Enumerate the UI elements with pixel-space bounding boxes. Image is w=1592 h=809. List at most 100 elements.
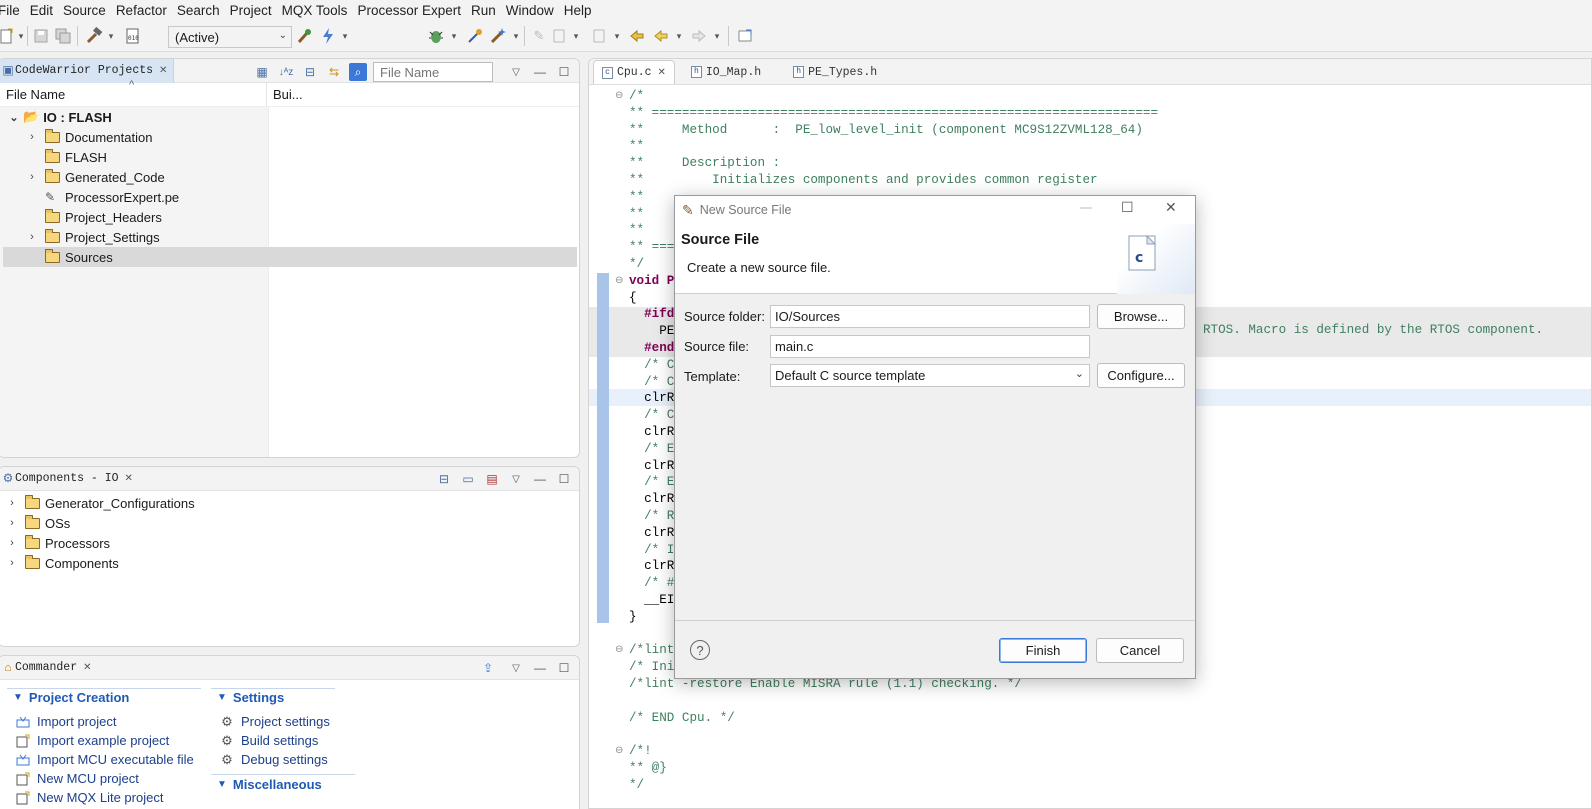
close-icon[interactable]: ✕ (83, 662, 91, 673)
save-icon[interactable] (32, 26, 50, 46)
link-editor-icon[interactable]: ⇆ (325, 63, 343, 81)
file-name-filter-input[interactable] (373, 62, 493, 82)
section-settings[interactable]: ▼ Settings (217, 690, 284, 705)
cancel-button[interactable]: Cancel (1096, 638, 1184, 663)
tree-item-documentation[interactable]: › Documentation (0, 127, 579, 147)
chevron-down-icon[interactable]: ▾ (449, 26, 459, 46)
chevron-down-icon[interactable]: ▾ (16, 26, 26, 46)
tree-item-processors[interactable]: › Processors (0, 533, 579, 553)
chevron-down-icon[interactable]: ▾ (106, 26, 116, 46)
debug-settings-link[interactable]: ⚙ Debug settings (219, 752, 328, 768)
sort-az-icon[interactable]: ↓ᴬz (277, 63, 295, 81)
menu-window[interactable]: Window (501, 3, 559, 18)
debug-bug-icon[interactable] (426, 26, 446, 46)
tab-commander[interactable]: ⌂ Commander ✕ (0, 656, 98, 680)
collapse-all-icon[interactable]: ⊟ (301, 63, 319, 81)
collapse-all-icon[interactable]: ⊟ (435, 470, 453, 488)
chevron-down-icon[interactable]: ▾ (571, 26, 581, 46)
tree-item-flash[interactable]: FLASH (0, 147, 579, 167)
import-mcu-executable-link[interactable]: Import MCU executable file (15, 752, 194, 767)
tab-io-map-h[interactable]: h IO_Map.h (683, 60, 769, 84)
chevron-down-icon[interactable]: ▾ (674, 26, 684, 46)
new-mcu-project-link[interactable]: New MCU project (15, 771, 139, 786)
expand-arrow-icon[interactable]: › (25, 131, 39, 143)
forward-arrow-icon[interactable] (690, 26, 708, 46)
tab-pe-types-h[interactable]: h PE_Types.h (785, 60, 885, 84)
chevron-down-icon[interactable]: ▾ (612, 26, 622, 46)
maximize-icon[interactable]: ☐ (1121, 200, 1134, 216)
view-menu-icon[interactable]: ▽ (507, 659, 525, 677)
project-settings-link[interactable]: ⚙ Project settings (219, 714, 330, 730)
browse-button[interactable]: Browse... (1097, 304, 1185, 329)
fold-toggle-icon[interactable]: ⊖ (615, 644, 623, 655)
expand-arrow-icon[interactable]: › (5, 537, 19, 549)
pencil-icon[interactable]: ✎ (530, 26, 548, 46)
expand-arrow-icon[interactable]: › (25, 231, 39, 243)
maximize-icon[interactable]: ☐ (555, 63, 573, 81)
import-example-project-link[interactable]: Import example project (15, 733, 169, 748)
open-folder-icon[interactable]: ▭ (459, 470, 477, 488)
chevron-down-icon[interactable]: ▾ (712, 26, 722, 46)
maximize-icon[interactable]: ☐ (555, 470, 573, 488)
back-arrow-icon[interactable] (652, 26, 670, 46)
section-project-creation[interactable]: ▼ Project Creation (13, 690, 129, 705)
view-menu-icon[interactable]: ▽ (507, 63, 525, 81)
menu-run[interactable]: Run (466, 3, 501, 18)
fold-toggle-icon[interactable]: ⊖ (615, 745, 623, 756)
build-configuration-select[interactable]: (Active) ⌄ (168, 26, 292, 48)
menu-file[interactable]: File (0, 3, 25, 18)
configure-button[interactable]: Configure... (1097, 363, 1185, 388)
flash-icon[interactable] (318, 26, 338, 46)
tree-item-components[interactable]: › Components (0, 553, 579, 573)
tree-root-project[interactable]: ⌄ 📂 IO : FLASH (0, 107, 579, 127)
annotation-icon[interactable] (590, 26, 608, 46)
finish-button[interactable]: Finish (999, 638, 1087, 663)
column-build[interactable]: Bui... (267, 83, 309, 106)
probe-icon[interactable] (466, 26, 484, 46)
save-all-icon[interactable] (54, 26, 72, 46)
binary-icon[interactable]: 010 (124, 26, 142, 46)
close-icon[interactable]: ✕ (1165, 200, 1177, 216)
close-icon[interactable]: ✕ (159, 65, 167, 76)
tab-codewarrior-projects[interactable]: ▣ CodeWarrior Projects ✕ (0, 59, 175, 83)
expand-arrow-icon[interactable]: › (5, 517, 19, 529)
minimize-icon[interactable]: — (1079, 200, 1093, 216)
menu-source[interactable]: Source (58, 3, 111, 18)
close-icon[interactable]: ✕ (125, 473, 133, 484)
source-folder-input[interactable]: IO/Sources (770, 305, 1090, 328)
menu-project[interactable]: Project (225, 3, 277, 18)
minimize-icon[interactable]: — (531, 63, 549, 81)
expand-arrow-icon[interactable]: › (25, 171, 39, 183)
search-icon[interactable]: ⌕ (349, 63, 367, 81)
open-perspective-icon[interactable] (736, 26, 754, 46)
tree-item-generated-code[interactable]: › Generated_Code (0, 167, 579, 187)
menu-edit[interactable]: Edit (25, 3, 58, 18)
section-miscellaneous[interactable]: ▼ Miscellaneous (217, 777, 322, 792)
chevron-down-icon[interactable]: ▾ (340, 26, 350, 46)
tree-item-project-settings[interactable]: › Project_Settings (0, 227, 579, 247)
import-project-link[interactable]: Import project (15, 714, 116, 729)
expand-arrow-icon[interactable]: ⌄ (7, 111, 21, 124)
close-icon[interactable]: ✕ (658, 67, 666, 78)
tree-item-sources[interactable]: Sources (3, 247, 577, 267)
maximize-icon[interactable]: ☐ (555, 659, 573, 677)
build-settings-link[interactable]: ⚙ Build settings (219, 733, 318, 749)
component-library-icon[interactable]: ▤ (483, 470, 501, 488)
tab-cpu-c[interactable]: c Cpu.c ✕ (593, 60, 675, 84)
menu-mqx-tools[interactable]: MQX Tools (277, 3, 353, 18)
help-icon[interactable]: ? (690, 640, 710, 660)
column-file-name[interactable]: File Name ^ (0, 79, 267, 106)
expand-arrow-icon[interactable]: › (5, 557, 19, 569)
step-icon[interactable] (550, 26, 568, 46)
minimize-icon[interactable]: — (531, 659, 549, 677)
fold-toggle-icon[interactable]: ⊖ (615, 90, 623, 101)
wand-icon[interactable] (488, 26, 508, 46)
menu-refactor[interactable]: Refactor (111, 3, 172, 18)
menu-help[interactable]: Help (559, 3, 597, 18)
menu-processor-expert[interactable]: Processor Expert (352, 3, 466, 18)
export-icon[interactable]: ⇪ (479, 659, 497, 677)
tree-item-project-headers[interactable]: Project_Headers (0, 207, 579, 227)
menu-search[interactable]: Search (172, 3, 225, 18)
new-mqx-lite-project-link[interactable]: New MQX Lite project (15, 790, 163, 805)
fold-toggle-icon[interactable]: ⊖ (615, 275, 623, 286)
